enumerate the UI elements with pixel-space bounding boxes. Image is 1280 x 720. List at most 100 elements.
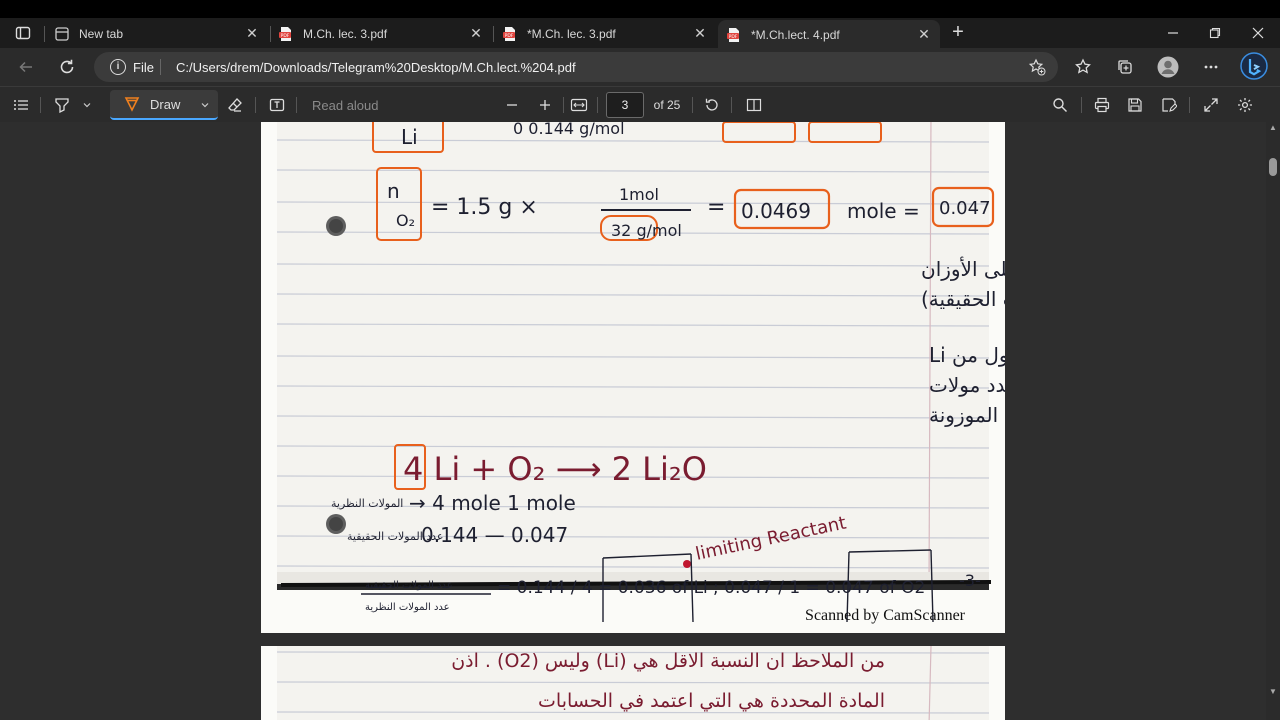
tab-new-tab[interactable]: New tab ✕ bbox=[46, 20, 268, 48]
collections-icon[interactable] bbox=[1113, 55, 1137, 79]
svg-text:عدد المولات النظرية: عدد المولات النظرية bbox=[365, 602, 450, 613]
svg-text:O₂: O₂ bbox=[396, 211, 415, 230]
tab-strip: New tab ✕ PDF M.Ch. lec. 3.pdf ✕ PDF *M.… bbox=[0, 0, 1280, 50]
url-text[interactable]: C:/Users/drem/Downloads/Telegram%20Deskt… bbox=[176, 60, 576, 75]
page-mark: -3- bbox=[959, 571, 981, 590]
favorites-icon[interactable] bbox=[1071, 55, 1095, 79]
close-tab-icon[interactable]: ✕ bbox=[468, 26, 484, 42]
svg-text:PDF: PDF bbox=[505, 33, 514, 39]
svg-text:32 g/mol: 32 g/mol bbox=[611, 221, 682, 240]
draw-button[interactable]: Draw bbox=[110, 90, 218, 120]
svg-text:0.144 — 0.047: 0.144 — 0.047 bbox=[421, 523, 568, 547]
scheme-label: File bbox=[133, 60, 154, 75]
close-tab-icon[interactable]: ✕ bbox=[692, 26, 708, 42]
vertical-scrollbar[interactable]: ▲ ▼ bbox=[1266, 122, 1280, 720]
page-count-label: of 25 bbox=[653, 98, 681, 112]
restore-icon[interactable] bbox=[1200, 20, 1230, 46]
eraser-icon[interactable] bbox=[225, 93, 245, 117]
address-separator bbox=[160, 59, 161, 75]
pdf-toolbar: Draw Read aloud 3 of 25 bbox=[0, 86, 1280, 122]
pdf-page-3: Li 0 0.144 g/mol n O₂ = 1.5 g × 1mol 32 … bbox=[261, 122, 1005, 633]
page2-line-2: المادة المحددة هي التي اعتمد في الحسابات bbox=[538, 690, 885, 712]
scroll-up-arrow-icon[interactable]: ▲ bbox=[1269, 124, 1277, 132]
ratio-o2: ; 0.047 / 1 = 0.047 of O2 bbox=[713, 578, 926, 598]
search-icon[interactable] bbox=[1050, 93, 1070, 117]
print-icon[interactable] bbox=[1092, 93, 1112, 117]
zoom-out-icon[interactable] bbox=[502, 93, 522, 117]
page-number-input[interactable]: 3 bbox=[606, 92, 644, 118]
page2-line-1: من الملاحظ ان النسبة الاقل هي (Li) وليس … bbox=[451, 650, 885, 672]
pdf-file-icon: PDF bbox=[726, 27, 742, 43]
highlight-chevron-down-icon[interactable] bbox=[80, 93, 94, 117]
scrollbar-thumb[interactable] bbox=[1269, 158, 1277, 176]
highlight-tool-icon[interactable] bbox=[52, 93, 72, 117]
svg-text:PDF: PDF bbox=[729, 34, 738, 40]
fullscreen-icon[interactable] bbox=[1201, 93, 1221, 117]
tab-title: *M.Ch. lec. 3.pdf bbox=[527, 27, 616, 41]
page-view-icon[interactable] bbox=[744, 93, 764, 117]
arabic-line-1: تمثل عدد المولات لكل من Li و O2 بالاعتما… bbox=[921, 257, 1005, 281]
svg-text:من المعادلة الكيميائية المتواز: من المعادلة الكيميائية المتوازنة نجد ان … bbox=[929, 343, 1005, 367]
svg-text:mole =: mole = bbox=[847, 199, 920, 223]
tab-title: *M.Ch.lect. 4.pdf bbox=[751, 28, 840, 42]
pdf-document-viewport[interactable]: Li 0 0.144 g/mol n O₂ = 1.5 g × 1mol 32 … bbox=[0, 122, 1266, 720]
address-bar[interactable]: i File C:/Users/drem/Downloads/Telegram%… bbox=[94, 52, 1058, 82]
ratio-li: = 0.144 / 4 = 0.036 of Li bbox=[497, 578, 708, 598]
tab-title: M.Ch. lec. 3.pdf bbox=[303, 27, 388, 41]
add-favorite-icon[interactable] bbox=[1028, 58, 1046, 76]
new-tab-page-icon bbox=[54, 26, 70, 42]
pdf-file-icon: PDF bbox=[502, 26, 518, 42]
back-arrow-icon[interactable] bbox=[14, 55, 38, 79]
draw-label: Draw bbox=[150, 96, 181, 112]
scan-credit: Scanned by CamScanner bbox=[805, 607, 965, 624]
add-text-icon[interactable] bbox=[267, 93, 287, 117]
svg-text:المعطاة بالسؤال. (عدد المولات: المعطاة بالسؤال. (عدد المولات الحقيقية) bbox=[921, 287, 1005, 311]
svg-text:0.047: 0.047 bbox=[939, 198, 991, 219]
pdf-file-icon: PDF bbox=[278, 26, 294, 42]
close-tab-icon[interactable]: ✕ bbox=[244, 26, 260, 42]
profile-avatar-icon[interactable] bbox=[1156, 55, 1180, 79]
svg-text:1mol: 1mol bbox=[619, 185, 659, 204]
tab-mch-lec-3[interactable]: PDF M.Ch. lec. 3.pdf ✕ bbox=[270, 20, 492, 48]
svg-text:Li: Li bbox=[401, 125, 418, 149]
settings-gear-icon[interactable] bbox=[1235, 93, 1255, 117]
tab-mch-lect-4-active[interactable]: PDF *M.Ch.lect. 4.pdf ✕ bbox=[718, 20, 940, 50]
svg-text:الاوكسجين التي تفاعلت فعلياً م: الاوكسجين التي تفاعلت فعلياً مع Li من ال… bbox=[929, 401, 1005, 428]
draw-chevron-down-icon[interactable] bbox=[200, 100, 210, 110]
rotate-icon[interactable] bbox=[702, 93, 722, 117]
zoom-in-icon[interactable] bbox=[535, 93, 555, 117]
draw-pen-icon bbox=[124, 96, 140, 112]
bing-copilot-icon[interactable] bbox=[1240, 52, 1268, 80]
more-menu-icon[interactable] bbox=[1199, 55, 1223, 79]
notebook-scan-image: Li 0 0.144 g/mol n O₂ = 1.5 g × 1mol 32 … bbox=[276, 122, 1005, 623]
svg-text:=: = bbox=[707, 195, 725, 220]
svg-text:المولات النظرية: المولات النظرية bbox=[331, 497, 403, 510]
fit-to-width-icon[interactable] bbox=[569, 93, 589, 117]
svg-text:قد تتفاعل مع ١ مول من O2 فنستط: قد تتفاعل مع ١ مول من O2 فنستطيع ان نجد … bbox=[929, 373, 1005, 397]
svg-text:→ 4 mole 1 mole: → 4 mole 1 mole bbox=[409, 491, 576, 515]
svg-text:0 0.144 g/mol: 0 0.144 g/mol bbox=[513, 122, 625, 138]
tab-actions-menu-icon[interactable] bbox=[12, 22, 34, 44]
svg-text:n: n bbox=[387, 179, 400, 203]
contents-list-icon[interactable] bbox=[11, 93, 31, 117]
close-window-icon[interactable] bbox=[1243, 20, 1273, 46]
save-as-icon[interactable] bbox=[1159, 93, 1179, 117]
svg-text:4 Li + O₂ ⟶ 2 Li₂O: 4 Li + O₂ ⟶ 2 Li₂O bbox=[403, 450, 707, 488]
address-bar-row: i File C:/Users/drem/Downloads/Telegram%… bbox=[0, 48, 1280, 86]
scroll-down-arrow-icon[interactable]: ▼ bbox=[1269, 688, 1277, 696]
svg-text:PDF: PDF bbox=[281, 33, 290, 39]
read-aloud-button[interactable]: Read aloud bbox=[312, 93, 382, 117]
minimize-icon[interactable] bbox=[1158, 20, 1188, 46]
tab-mch-lec-3-edited[interactable]: PDF *M.Ch. lec. 3.pdf ✕ bbox=[494, 20, 716, 48]
refresh-icon[interactable] bbox=[55, 55, 79, 79]
site-info-icon[interactable]: i bbox=[110, 59, 126, 75]
svg-text:= 1.5 g ×: = 1.5 g × bbox=[431, 195, 538, 220]
svg-text:0.0469: 0.0469 bbox=[741, 199, 811, 223]
new-tab-plus-icon[interactable]: + bbox=[947, 21, 969, 45]
save-icon[interactable] bbox=[1125, 93, 1145, 117]
close-tab-icon[interactable]: ✕ bbox=[916, 27, 932, 43]
read-aloud-label: Read aloud bbox=[312, 97, 379, 113]
svg-text:عدد المولات الحقيقية: عدد المولات الحقيقية bbox=[365, 580, 453, 591]
pdf-page-4: من الملاحظ ان النسبة الاقل هي (Li) وليس … bbox=[261, 646, 1005, 720]
tab-title: New tab bbox=[79, 27, 124, 41]
